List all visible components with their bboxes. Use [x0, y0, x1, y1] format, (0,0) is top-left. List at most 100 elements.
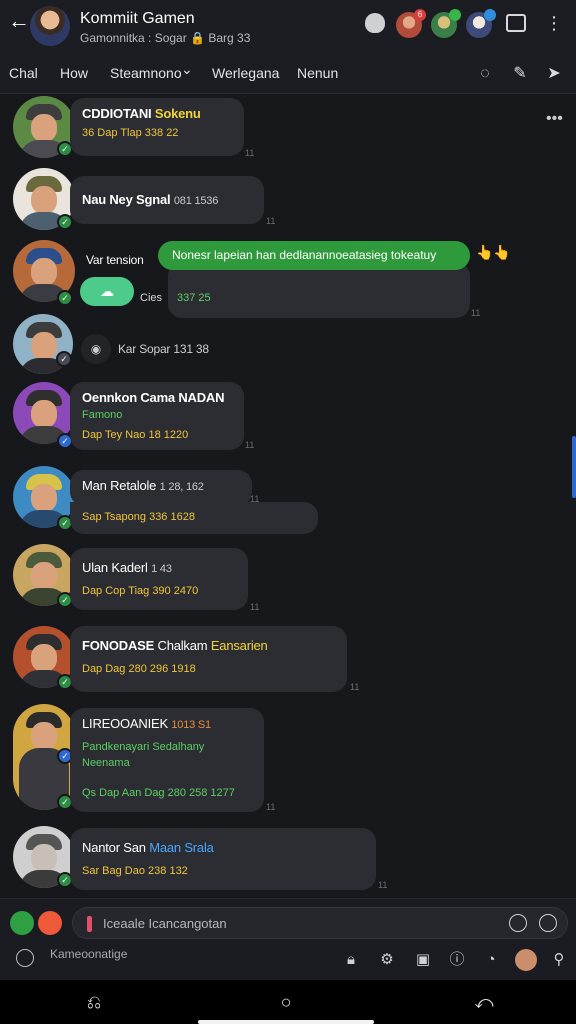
read-receipt: 11 — [378, 880, 388, 890]
group-subtitle: Gamonnitka : Sogar 🔒 Barg 33 — [80, 31, 251, 45]
reply-text: 337 25 — [177, 292, 211, 304]
sender-name: Ulan Kaderl — [82, 560, 148, 575]
mute-icon[interactable]: ◌ — [475, 64, 495, 84]
search-icon[interactable] — [16, 949, 34, 967]
message-bubble[interactable]: LIREOOANIEK 1013 S1 Pandkenayari Sedalha… — [70, 708, 264, 812]
message-bubble[interactable]: Nantor San Maan Srala Sar Bag Dao 238 13… — [70, 828, 376, 890]
more-vert-icon[interactable]: ⋮ — [545, 12, 563, 34]
read-receipt: 11 — [350, 682, 360, 692]
avatar-notification[interactable]: 6 — [396, 9, 426, 38]
home-icon[interactable]: ○ — [274, 990, 298, 1014]
avatar-online[interactable] — [431, 9, 461, 38]
verified-check-icon: ✓ — [57, 290, 73, 306]
message-bubble[interactable]: Nau Ney Sgnal 081 1536 — [70, 176, 264, 224]
message-meta: 081 1536 — [173, 195, 219, 207]
message-meta: 1013 S1 — [171, 719, 211, 731]
sender-tag: Famono — [82, 409, 123, 421]
cursor-icon — [87, 916, 92, 932]
tab-how[interactable]: How — [60, 65, 88, 81]
group-title[interactable]: Kommiit Gamen — [80, 10, 195, 28]
chevron-down-icon[interactable]: ⌄ — [181, 61, 193, 78]
back-arrow-icon[interactable]: ← — [8, 10, 30, 32]
message-meta: 131 38 — [173, 342, 209, 356]
info-icon[interactable]: ⓘ — [446, 949, 468, 971]
message-text: Sar Bag Dao 238 132 — [82, 865, 188, 877]
back-nav-icon[interactable]: ⤺ — [472, 990, 496, 1014]
sender-name: FONODASE — [82, 638, 155, 653]
read-receipt: 11 — [250, 602, 260, 612]
attach-icon[interactable] — [539, 914, 557, 932]
cloud-icon: ☁ — [100, 283, 114, 299]
message-bubble[interactable]: Oennkon Cama NADAN Famono Dap Tey Nao 18… — [70, 382, 244, 450]
avatar-icon[interactable] — [515, 949, 537, 971]
scroll-indicator[interactable] — [572, 436, 576, 498]
tab-chal[interactable]: Chal — [9, 65, 38, 81]
message-text: Pandkenayari Sedalhany — [82, 741, 205, 753]
sender-tag-secondary: Eansarien — [210, 638, 268, 653]
window-icon[interactable] — [506, 14, 526, 32]
recents-icon[interactable]: ⎌ — [82, 990, 106, 1014]
sender-name: Nantor San — [82, 840, 146, 855]
online-badge — [449, 9, 461, 21]
pin-icon[interactable]: ⚲ — [548, 949, 570, 971]
tab-werlegana[interactable]: Werlegana — [212, 65, 279, 81]
message-text: Sap Tsapong 336 1628 — [82, 511, 195, 523]
chat-header: ← Kommiit Gamen Gamonnitka : Sogar 🔒 Bar… — [0, 0, 576, 52]
group-avatar[interactable] — [30, 6, 70, 46]
shield-icon[interactable] — [365, 13, 385, 33]
read-receipt: 11 — [250, 494, 260, 504]
message-bubble[interactable]: CDDIOTANI Sokenu 36 Dap Tlap 338 22 — [70, 98, 244, 156]
lock-icon[interactable]: 🔒︎ — [340, 949, 362, 971]
message-text: Dap Tey Nao 18 1220 — [82, 429, 189, 441]
sender-name: LIREOOANIEK — [82, 716, 168, 731]
sender-name: Var tension — [86, 253, 144, 267]
sender-name: Man Retalole — [82, 478, 157, 493]
read-receipt: 11 — [245, 148, 255, 158]
pin-icon[interactable]: ✎ — [510, 64, 530, 84]
search-input[interactable]: Kameoonatige — [50, 947, 127, 961]
read-receipt: 11 — [471, 308, 481, 318]
composer: Iceaale Icancangotan Kameoonatige 🔒︎ ⚙ ▣… — [0, 898, 576, 980]
more-horiz-icon[interactable]: ••• — [546, 110, 563, 128]
message-bubble[interactable]: Man Retalole 1 28, 162 — [70, 470, 252, 506]
tab-steamnono[interactable]: Steamnono — [110, 65, 182, 81]
sender-name: Nau Ney Sgnal — [82, 192, 171, 207]
profile-status-badge — [484, 9, 496, 21]
reply-meta: Cies — [140, 292, 163, 304]
share-icon[interactable]: ➤ — [544, 64, 564, 84]
message-text-secondary: Neenama — [82, 757, 130, 769]
message-text: Dap Dag 280 296 1918 — [82, 663, 196, 675]
sender-name: Oennkon Cama NADAN — [82, 390, 225, 405]
home-indicator[interactable] — [198, 1020, 374, 1024]
avatar-profile[interactable] — [466, 9, 496, 38]
sender-tag: Chalkam — [157, 638, 208, 653]
box-icon[interactable]: ▣ — [412, 949, 434, 971]
sender-tag: Sokenu — [154, 106, 201, 121]
reaction-emoji[interactable]: 👆👆 — [476, 244, 511, 261]
emoji-icon[interactable] — [509, 914, 527, 932]
message-bubble[interactable]: Ulan Kaderl 1 43 Dap Cop Tiag 390 2470 — [70, 548, 248, 610]
message-input[interactable]: Iceaale Icancangotan — [72, 907, 568, 939]
message-bubble[interactable] — [168, 262, 470, 318]
read-receipt: 11 — [245, 440, 255, 450]
sticker-icon[interactable] — [10, 911, 34, 935]
message-bubble[interactable]: Sap Tsapong 336 1628 — [70, 502, 318, 534]
sender-name: CDDIOTANI — [82, 106, 152, 121]
message-text: Dap Cop Tiag 390 2470 — [82, 585, 199, 597]
message-text: 36 Dap Tlap 338 22 — [82, 127, 179, 139]
message-meta: 1 28, 162 — [159, 481, 204, 493]
message-bubble[interactable]: FONODASE Chalkam Eansarien Dap Dag 280 2… — [70, 626, 347, 692]
message-meta: 1 43 — [151, 563, 172, 575]
system-nav-bar: ⎌ ○ ⤺ — [0, 980, 576, 1024]
reply-chip[interactable]: ☁ — [80, 277, 134, 306]
tab-nenun[interactable]: Nenun — [297, 65, 338, 81]
sender-name: Kar Sopar — [118, 342, 171, 356]
highlighted-message[interactable]: Nonesr lapeian han dedlanannoeatasieg to… — [158, 241, 470, 270]
tab-bar: Chal How Steamnono ⌄ Werlegana Nenun ◌ ✎… — [0, 52, 576, 94]
message-input-placeholder: Iceaale Icancangotan — [103, 916, 227, 931]
gear-icon[interactable]: ⚙ — [376, 949, 398, 971]
camera-icon[interactable] — [38, 911, 62, 935]
timer-icon[interactable]: ◔ — [480, 949, 502, 971]
record-icon[interactable]: ◉ — [81, 334, 111, 364]
message-footer: Qs Dap Aan Dag 280 258 1277 — [82, 787, 235, 799]
